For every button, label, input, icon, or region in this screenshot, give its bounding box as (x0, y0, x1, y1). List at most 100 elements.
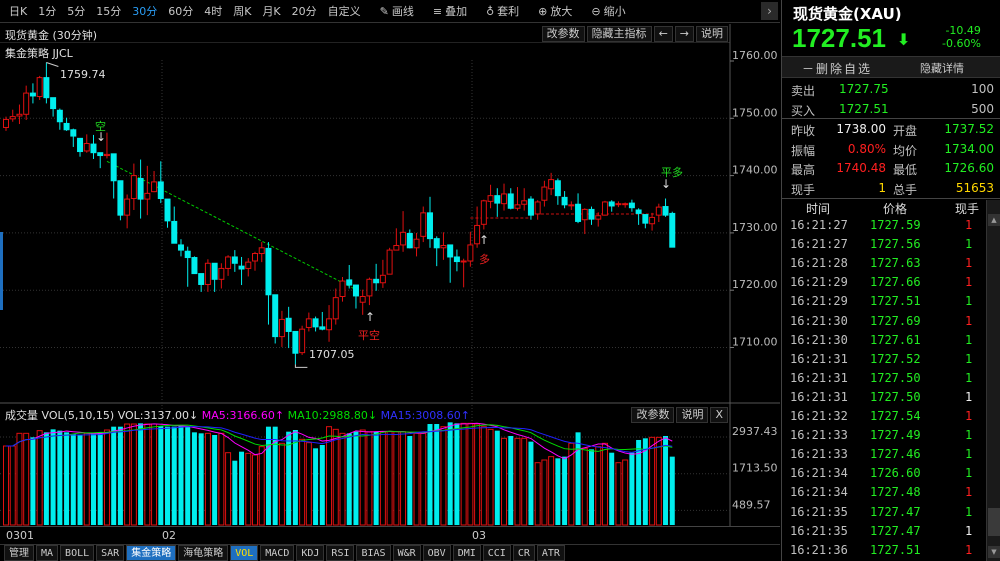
tick-volume: 1 (965, 313, 973, 328)
volume-bar (420, 432, 427, 526)
tick-time: 16:21:27 (790, 218, 848, 232)
volume-bar (353, 431, 359, 525)
candle-body (177, 244, 184, 251)
candle-body (299, 328, 306, 354)
remove-watchlist-button[interactable]: －删除自选 (802, 60, 872, 77)
volume-bar (494, 430, 500, 525)
indicator-tab-2[interactable]: BOLL (60, 545, 95, 561)
tick-price: 1727.69 (870, 313, 921, 328)
candle (480, 199, 487, 230)
tick-time: 16:21:33 (790, 428, 848, 443)
indicator-tab-12[interactable]: OBV (422, 545, 451, 561)
candle (406, 229, 413, 249)
candle (164, 198, 171, 228)
date-label: 02 (162, 529, 176, 542)
candle (97, 152, 104, 169)
candle (3, 116, 9, 131)
indicator-tab-16[interactable]: ATR (536, 545, 565, 561)
volume-bar (204, 432, 211, 526)
candle-body (601, 201, 608, 216)
candle (56, 108, 63, 130)
scrollbar-thumb[interactable] (988, 508, 1000, 536)
tick-time: 16:21:35 (790, 523, 848, 538)
volume-bar (212, 435, 218, 525)
candle (649, 212, 656, 231)
volume-bar (185, 426, 191, 525)
stat-label: 昨收 (791, 124, 816, 138)
time-column-header: 时间 (806, 202, 831, 216)
candle-body (501, 193, 508, 205)
volume-bar (77, 435, 83, 525)
ticks-scrollbar[interactable]: ▲ ▼ (986, 200, 1000, 561)
candle (258, 242, 265, 263)
candle (211, 262, 218, 292)
candle (669, 211, 676, 248)
volume-bar (97, 432, 103, 525)
candle-body (561, 196, 568, 206)
candle-body (575, 203, 582, 222)
candle-body (278, 318, 285, 338)
volume-bar (313, 448, 319, 525)
candle-body (628, 202, 635, 209)
tick-time: 16:21:30 (790, 332, 848, 347)
candle-body (43, 77, 50, 99)
candle (622, 202, 629, 208)
candle (77, 137, 84, 157)
indicator-tab-6[interactable]: VOL (230, 545, 259, 561)
candle-body (90, 143, 97, 154)
candle (575, 193, 582, 224)
volume-bar (319, 445, 325, 525)
left-scroll-indicator[interactable] (0, 232, 3, 310)
candle-body (366, 278, 373, 297)
indicator-tab-4[interactable]: 集金策略 (126, 545, 177, 561)
candle-body (258, 247, 265, 255)
indicator-tab-9[interactable]: RSI (326, 545, 355, 561)
scroll-down-icon[interactable]: ▼ (988, 546, 1000, 558)
hide-details-button[interactable]: 隐藏详情 (920, 60, 964, 76)
indicator-tab-0[interactable]: 管理 (4, 545, 34, 561)
volume-bar (528, 441, 534, 525)
candle-body (130, 175, 137, 200)
volume-bar (151, 423, 158, 526)
scroll-up-icon[interactable]: ▲ (988, 214, 1000, 226)
volume-close-button[interactable]: X (710, 407, 728, 423)
tick-volume: 1 (965, 275, 973, 290)
candle (305, 312, 312, 332)
tick-price: 1727.48 (870, 485, 921, 500)
candle-body (554, 180, 561, 197)
tick-volume: 1 (965, 466, 973, 481)
volume-help-button[interactable]: 说明 (676, 407, 709, 423)
candle-body (151, 181, 158, 193)
indicator-tab-10[interactable]: BIAS (356, 545, 391, 561)
indicator-tab-3[interactable]: SAR (96, 545, 125, 561)
indicator-tab-13[interactable]: DMI (452, 545, 481, 561)
volume-bar (440, 426, 447, 526)
candle-body (171, 220, 178, 244)
candle (171, 206, 178, 244)
indicator-tab-14[interactable]: CCI (482, 545, 511, 561)
candle-body (265, 247, 272, 296)
candle-body (581, 208, 588, 221)
candle-body (615, 203, 622, 206)
indicator-tab-7[interactable]: MACD (260, 545, 295, 561)
volume-change-params-button[interactable]: 改参数 (631, 407, 675, 423)
tick-price: 1727.61 (870, 332, 921, 347)
tick-row: 16:21:36 1727.51 1 (782, 542, 986, 561)
candle (265, 242, 272, 325)
indicator-tab-5[interactable]: 海龟策略 (178, 545, 229, 561)
tick-price: 1727.56 (870, 237, 921, 252)
indicator-tab-15[interactable]: CR (512, 545, 535, 561)
tick-row: 16:21:30 1727.69 1 (782, 313, 986, 332)
candlestick-chart[interactable]: 1760.00 1750.00 1740.00 1730.00 1720.00 1710.… (0, 0, 780, 545)
candle-body (521, 200, 528, 205)
indicator-tab-11[interactable]: W&R (392, 545, 421, 561)
candle (534, 200, 541, 220)
indicator-tab-1[interactable]: MA (36, 545, 59, 561)
volume-bar (622, 459, 629, 526)
tick-time: 16:21:35 (790, 504, 848, 519)
candle-body (494, 195, 501, 204)
volume-bar (292, 430, 298, 525)
candle (379, 259, 386, 288)
candle (662, 198, 669, 217)
indicator-tab-8[interactable]: KDJ (296, 545, 325, 561)
